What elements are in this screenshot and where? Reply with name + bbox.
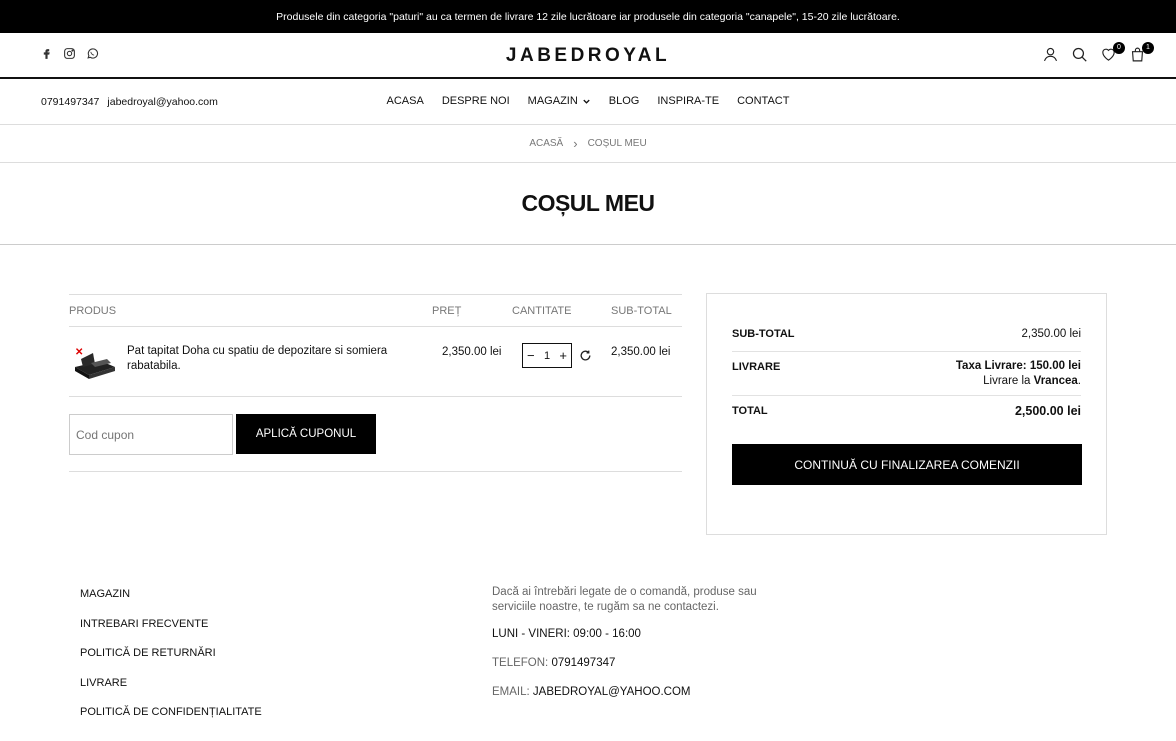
shipping-label: LIVRARE bbox=[732, 361, 781, 373]
shipping-details: Taxa Livrare: 150.00 lei Livrare la Vran… bbox=[956, 359, 1081, 389]
product-price: 2,350.00 lei bbox=[442, 346, 502, 358]
footer-link-returns[interactable]: POLITICĂ DE RETURNĂRI bbox=[80, 647, 262, 677]
shipping-fee: 150.00 lei bbox=[1029, 360, 1081, 372]
cart-table: PRODUS PREȚ CANTITATE SUB-TOTAL ✕ Pat ta… bbox=[69, 294, 682, 472]
proceed-to-checkout-button[interactable]: CONTINUĂ CU FINALIZAREA COMENZII bbox=[732, 444, 1082, 485]
subtotal-value: 2,350.00 lei bbox=[1021, 328, 1081, 340]
nav-item-despre-noi[interactable]: DESPRE NOI bbox=[442, 95, 510, 107]
announcement-text: Produsele din categoria "paturi" au ca t… bbox=[276, 10, 900, 23]
product-name[interactable]: Pat tapitat Doha cu spatiu de depozitare… bbox=[127, 344, 407, 374]
header-product: PRODUS bbox=[69, 305, 117, 317]
site-logo[interactable]: JABEDROYAL bbox=[0, 45, 1176, 67]
shipping-destination: Livrare la Vrancea. bbox=[983, 375, 1081, 387]
search-icon[interactable] bbox=[1071, 46, 1088, 63]
footer-email[interactable]: JABEDROYAL@YAHOO.COM bbox=[533, 686, 691, 698]
footer-link-magazin[interactable]: MAGAZIN bbox=[80, 588, 262, 618]
bag-icon[interactable]: 1 bbox=[1129, 42, 1154, 63]
footer-contact-info: Dacă ai întrebări legate de o comandă, p… bbox=[492, 585, 782, 700]
shipping-fee-label: Taxa Livrare: bbox=[955, 360, 1027, 372]
footer-link-shipping[interactable]: LIVRARE bbox=[80, 677, 262, 707]
breadcrumb-current: COȘUL MEU bbox=[587, 138, 647, 149]
quantity-stepper: − 1 + bbox=[522, 343, 572, 368]
nav-item-magazin[interactable]: MAGAZIN bbox=[528, 95, 591, 107]
nav-item-blog[interactable]: BLOG bbox=[609, 95, 640, 107]
shipping-to-label: Livrare la bbox=[983, 375, 1031, 387]
main-navbar: 0791497347 jabedroyal@yahoo.com ACASA DE… bbox=[0, 79, 1176, 125]
header-quantity: CANTITATE bbox=[512, 305, 572, 317]
divider bbox=[732, 395, 1081, 396]
cart-totals: SUB-TOTAL 2,350.00 lei LIVRARE Taxa Livr… bbox=[706, 293, 1107, 535]
decrease-quantity-button[interactable]: − bbox=[527, 349, 535, 362]
nav-item-magazin-label: MAGAZIN bbox=[527, 95, 578, 107]
nav-item-contact[interactable]: CONTACT bbox=[737, 95, 789, 107]
shipping-region[interactable]: Vrancea bbox=[1034, 375, 1078, 387]
footer-email-line: EMAIL: JABEDROYAL@YAHOO.COM bbox=[492, 685, 782, 700]
breadcrumb-home[interactable]: ACASĂ bbox=[529, 138, 563, 149]
footer-intro: Dacă ai întrebări legate de o comandă, p… bbox=[492, 586, 757, 613]
wishlist-count-badge: 0 bbox=[1113, 42, 1125, 54]
nav-item-acasa[interactable]: ACASA bbox=[387, 95, 424, 107]
coupon-section: APLICĂ CUPONUL bbox=[69, 397, 682, 472]
footer-links: MAGAZIN INTREBARI FRECVENTE POLITICĂ DE … bbox=[80, 588, 262, 736]
heart-icon[interactable]: 0 bbox=[1100, 42, 1125, 63]
page-title-section: COȘUL MEU bbox=[0, 163, 1176, 245]
total-value: 2,500.00 lei bbox=[1014, 404, 1081, 418]
remove-item-icon[interactable]: ✕ bbox=[75, 347, 83, 358]
header-actions: 0 1 bbox=[1042, 42, 1154, 63]
cart-table-header: PRODUS PREȚ CANTITATE SUB-TOTAL bbox=[69, 294, 682, 327]
total-label: TOTAL bbox=[732, 405, 768, 417]
user-icon[interactable] bbox=[1042, 46, 1059, 63]
shipping-fee-line: Taxa Livrare: 150.00 lei bbox=[956, 359, 1081, 374]
header-subtotal: SUB-TOTAL bbox=[611, 305, 672, 317]
chevron-down-icon bbox=[583, 99, 590, 104]
main-menu: ACASA DESPRE NOI MAGAZIN BLOG INSPIRA-TE… bbox=[0, 95, 1176, 107]
subtotal-label: SUB-TOTAL bbox=[732, 328, 795, 340]
footer-phone[interactable]: 0791497347 bbox=[551, 657, 615, 669]
footer-phone-label: TELEFON: bbox=[492, 657, 549, 669]
footer-link-privacy[interactable]: POLITICĂ DE CONFIDENȚIALITATE bbox=[80, 706, 262, 736]
quantity-value[interactable]: 1 bbox=[544, 350, 550, 362]
footer-email-label: EMAIL: bbox=[492, 686, 530, 698]
footer-phone-line: TELEFON: 0791497347 bbox=[492, 656, 782, 671]
refresh-icon[interactable] bbox=[579, 349, 592, 362]
page-title: COȘUL MEU bbox=[521, 190, 655, 216]
cart-count-badge: 1 bbox=[1142, 42, 1154, 54]
product-subtotal: 2,350.00 lei bbox=[611, 346, 671, 358]
apply-coupon-button[interactable]: APLICĂ CUPONUL bbox=[236, 414, 376, 454]
footer-link-faq[interactable]: INTREBARI FRECVENTE bbox=[80, 618, 262, 648]
cart-item-row: ✕ Pat tapitat Doha cu spatiu de depozita… bbox=[69, 327, 682, 397]
site-header: JABEDROYAL 0 1 bbox=[0, 33, 1176, 79]
announcement-bar: Produsele din categoria "paturi" au ca t… bbox=[0, 0, 1176, 33]
divider bbox=[732, 351, 1081, 352]
footer-hours: LUNI - VINERI: 09:00 - 16:00 bbox=[492, 628, 641, 640]
breadcrumb: ACASĂ › COȘUL MEU bbox=[0, 125, 1176, 163]
coupon-input[interactable] bbox=[69, 414, 233, 455]
breadcrumb-separator: › bbox=[573, 136, 578, 151]
header-price: PREȚ bbox=[432, 305, 462, 317]
nav-item-inspira-te[interactable]: INSPIRA-TE bbox=[657, 95, 719, 107]
increase-quantity-button[interactable]: + bbox=[559, 349, 567, 362]
